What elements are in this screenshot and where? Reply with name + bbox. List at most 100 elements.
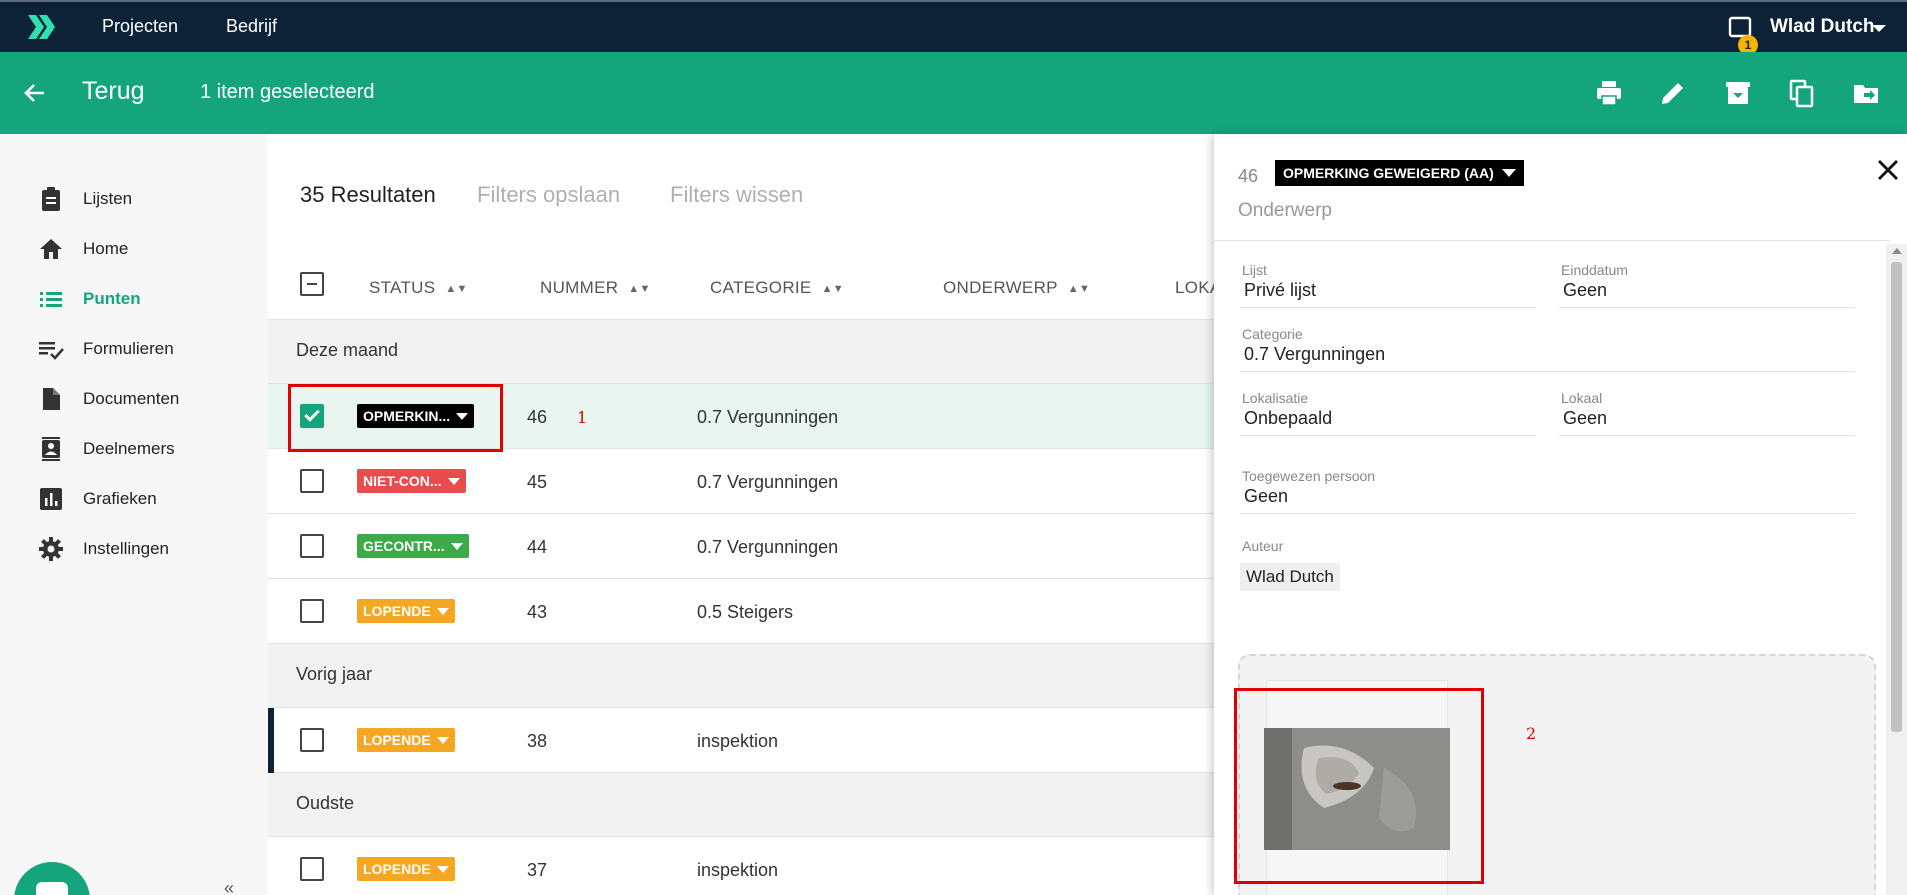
home-icon (40, 239, 62, 259)
row-number: 38 (527, 731, 548, 751)
sidebar-label-formulieren: Formulieren (83, 339, 174, 358)
field-value: Privé lijst (1244, 280, 1317, 300)
checklist-icon (39, 342, 64, 360)
field-label: Lokaal (1561, 390, 1603, 406)
row-number: 44 (527, 537, 548, 557)
caret-down-icon (436, 608, 449, 615)
status-dropdown[interactable]: OPMERKING GEWEIGERD (AA) (1275, 160, 1524, 186)
status-text: LOPENDE (363, 861, 431, 877)
column-label: ONDERWERP (943, 278, 1058, 297)
sidebar-label-punten: Punten (83, 289, 141, 308)
status-badge[interactable]: LOPENDE (357, 728, 455, 752)
field-label: Toegewezen persoon (1242, 468, 1376, 484)
save-filters-button[interactable]: Filters opslaan (477, 182, 620, 208)
field-label: Einddatum (1561, 262, 1628, 278)
collapse-sidebar-button[interactable]: « (224, 878, 234, 895)
field-toegewezen-persoon[interactable]: Toegewezen persoon Geen (1240, 468, 1855, 514)
table-row[interactable]: NIET-CON... 45 0.7 Vergunningen (268, 449, 1228, 514)
back-button[interactable]: Terug (82, 77, 145, 106)
group-label: Deze maand (296, 340, 399, 360)
column-header-nummer[interactable]: NUMMER ▲▼ (540, 278, 651, 298)
back-arrow-icon[interactable] (22, 80, 48, 106)
column-label: CATEGORIE (710, 278, 812, 297)
close-icon[interactable] (1874, 156, 1902, 184)
table-row[interactable]: LOPENDE 43 0.5 Steigers (268, 579, 1228, 644)
author-chip: Wlad Dutch (1240, 563, 1340, 591)
field-lokalisatie[interactable]: Lokalisatie Onbepaald (1240, 390, 1536, 436)
sidebar-item-grafieken[interactable]: Grafieken (38, 484, 258, 514)
edit-icon[interactable] (1658, 78, 1688, 108)
column-header-status[interactable]: STATUS ▲▼ (369, 278, 468, 298)
panel-divider (1214, 240, 1890, 241)
nav-projecten[interactable]: Projecten (102, 16, 178, 37)
sidebar-item-punten[interactable]: Punten (38, 284, 258, 314)
group-label: Oudste (296, 793, 355, 813)
nav-bedrijf[interactable]: Bedrijf (226, 16, 277, 37)
sidebar-item-instellingen[interactable]: Instellingen (38, 534, 258, 564)
table-row[interactable]: GECONTR... 44 0.7 Vergunningen (268, 514, 1228, 579)
brand-chevrons-icon[interactable] (26, 12, 56, 42)
row-checkbox[interactable] (300, 469, 324, 493)
status-text: LOPENDE (363, 732, 431, 748)
author-label: Auteur (1242, 538, 1284, 554)
row-indicator (268, 708, 274, 773)
chat-icon (36, 882, 68, 895)
status-badge[interactable]: LOPENDE (357, 857, 455, 881)
table-row[interactable]: LOPENDE 38 inspektion (268, 708, 1228, 773)
status-badge[interactable]: NIET-CON... (357, 469, 466, 493)
group-header: Vorig jaar (268, 644, 1228, 708)
row-category: inspektion (697, 731, 779, 751)
table-row[interactable]: LOPENDE 37 inspektion (268, 837, 1228, 895)
field-value: Geen (1563, 280, 1608, 300)
sidebar-label-lijsten: Lijsten (83, 189, 133, 208)
scroll-up-icon[interactable] (1892, 248, 1902, 254)
row-number: 43 (527, 602, 548, 622)
field-einddatum[interactable]: Einddatum Geen (1559, 262, 1855, 308)
status-badge[interactable]: GECONTR... (357, 534, 469, 558)
archive-icon[interactable] (1723, 78, 1753, 108)
column-label: NUMMER (540, 278, 619, 297)
column-header-categorie[interactable]: CATEGORIE ▲▼ (710, 278, 844, 298)
sidebar-item-documenten[interactable]: Documenten (38, 384, 258, 414)
row-category: inspektion (697, 860, 779, 880)
move-icon[interactable] (1851, 78, 1881, 108)
field-categorie[interactable]: Categorie 0.7 Vergunningen (1240, 326, 1855, 372)
row-checkbox[interactable] (300, 599, 324, 623)
document-icon (43, 388, 60, 410)
copy-icon[interactable] (1787, 78, 1817, 108)
field-lokaal[interactable]: Lokaal Geen (1559, 390, 1855, 436)
chevron-down-icon[interactable] (1872, 25, 1886, 32)
row-checkbox[interactable] (300, 857, 324, 881)
item-number: 46 (1238, 166, 1259, 186)
column-header-onderwerp[interactable]: ONDERWERP ▲▼ (943, 278, 1090, 298)
field-label: Lijst (1242, 262, 1267, 278)
annotation-label-2: 2 (1526, 724, 1537, 743)
scroll-thumb[interactable] (1891, 262, 1902, 732)
chart-icon (40, 488, 62, 510)
sidebar-item-deelnemers[interactable]: Deelnemers (38, 434, 258, 464)
print-icon[interactable] (1594, 78, 1624, 108)
annotation-box-1 (288, 384, 503, 452)
row-checkbox[interactable] (300, 534, 324, 558)
clear-filters-button[interactable]: Filters wissen (670, 182, 803, 208)
group-header: Deze maand (268, 320, 1228, 384)
selection-action-bar: Terug 1 item geselecteerd (0, 52, 1907, 134)
field-value: 0.7 Vergunningen (1244, 344, 1386, 364)
caret-down-icon (436, 866, 449, 873)
subject-input[interactable]: Onderwerp (1238, 200, 1332, 222)
status-badge[interactable]: LOPENDE (357, 599, 455, 623)
status-text: LOPENDE (363, 603, 431, 619)
sidebar-item-lijsten[interactable]: Lijsten (38, 184, 258, 214)
sidebar-item-home[interactable]: Home (38, 234, 258, 264)
sidebar-label-instellingen: Instellingen (83, 539, 170, 558)
panel-scrollbar[interactable] (1886, 244, 1907, 895)
user-menu[interactable]: Wlad Dutch (1770, 16, 1875, 38)
list-icon (40, 292, 62, 307)
field-value: Geen (1563, 408, 1608, 428)
field-lijst[interactable]: Lijst Privé lijst (1240, 262, 1536, 308)
select-all-checkbox[interactable] (300, 272, 324, 296)
row-checkbox[interactable] (300, 728, 324, 752)
sidebar-item-formulieren[interactable]: Formulieren (38, 334, 258, 364)
field-label: Lokalisatie (1242, 390, 1309, 406)
contacts-icon (42, 437, 60, 461)
